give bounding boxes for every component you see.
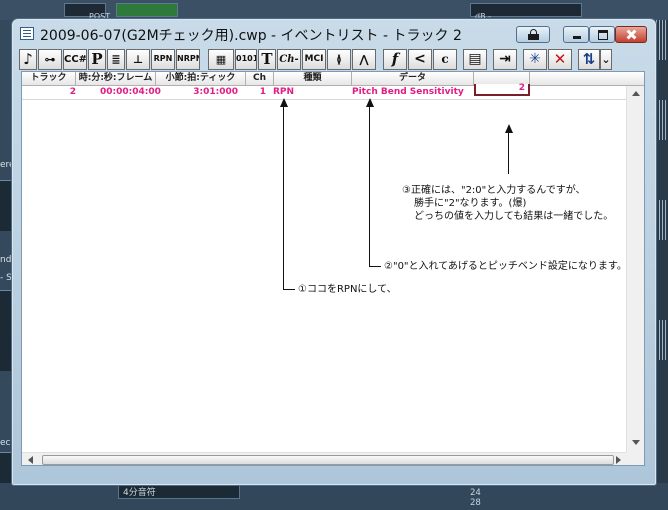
shape-button[interactable]: ⋀ xyxy=(352,49,376,70)
annotation-arrow-line xyxy=(283,289,295,290)
event-kind[interactable]: RPN xyxy=(273,86,294,98)
scroll-right-icon[interactable] xyxy=(616,456,621,464)
horizontal-scroll-thumb[interactable] xyxy=(42,455,614,465)
mci-button[interactable]: MCI xyxy=(302,49,326,70)
scroll-up-icon[interactable] xyxy=(632,91,640,96)
annotation-arrow-line xyxy=(508,132,509,174)
controller-button[interactable]: CC# xyxy=(63,49,87,70)
column-header-mbt[interactable]: 小節:拍:ティック xyxy=(156,72,246,85)
event-track: 2 xyxy=(69,87,76,97)
annotation-arrowhead xyxy=(280,98,288,107)
note-filter-button[interactable]: ♪ xyxy=(19,49,37,70)
column-header-track[interactable]: トラック xyxy=(22,72,76,85)
chord-button[interactable]: c xyxy=(433,49,457,70)
column-header-time[interactable]: 時:分:秒:フレーム xyxy=(76,72,156,85)
column-header-channel[interactable]: Ch xyxy=(246,72,274,85)
channel-button[interactable]: Ch- xyxy=(277,49,301,70)
column-header-kind[interactable]: 種類 xyxy=(274,72,352,85)
maximize-button[interactable] xyxy=(589,26,615,43)
column-header: トラック 時:分:秒:フレーム 小節:拍:ティック Ch 種類 データ xyxy=(22,72,644,86)
delete-event-button[interactable]: ✕ xyxy=(548,49,572,70)
host-ruler-number: 28 xyxy=(470,498,481,508)
horizontal-scrollbar[interactable] xyxy=(22,452,626,465)
column-header-data[interactable]: データ xyxy=(352,72,474,85)
size-grip[interactable] xyxy=(626,452,644,465)
list-button[interactable]: ▤ xyxy=(463,49,487,70)
annotation-note-2: ②"0"と入れてあげるとピッチベンド設定になります。 xyxy=(384,261,627,272)
text-button[interactable]: T xyxy=(258,49,276,70)
audio-button[interactable]: ≬ xyxy=(327,49,351,70)
exit-button[interactable]: ⇥ xyxy=(493,49,517,70)
channel-aftertouch-button[interactable]: ≣ xyxy=(107,49,125,70)
minimize-button[interactable] xyxy=(563,26,589,43)
event-mbt: 3:01:000 xyxy=(193,87,238,97)
hairpin-button[interactable]: < xyxy=(408,49,432,70)
scroll-left-icon[interactable] xyxy=(28,456,33,464)
sort-dropdown[interactable]: ⌄ xyxy=(600,49,612,70)
sort-button[interactable]: ⇅ xyxy=(578,49,600,70)
event-time: 00:00:04:00 xyxy=(100,87,161,97)
event-list: トラック 時:分:秒:フレーム 小節:拍:ティック Ch 種類 データ 2 00… xyxy=(21,71,645,466)
row-divider xyxy=(22,99,626,100)
title-bar[interactable]: 2009-06-07(G2Mチェック用).cwp - イベントリスト - トラッ… xyxy=(12,19,656,49)
sysex-data-button[interactable]: 0101 xyxy=(235,49,257,70)
annotation-arrowhead xyxy=(366,98,374,107)
rpn-button[interactable]: RPN xyxy=(151,49,175,70)
host-bottom-bar: 4分音符 24 28 xyxy=(0,483,668,510)
event-row[interactable]: 2 00:00:04:00 3:01:000 1 RPN Pitch Bend … xyxy=(22,86,626,98)
host-app-top-bar: POST dB - xyxy=(0,0,668,21)
annotation-arrow-line xyxy=(283,106,284,289)
annotation-arrow-line xyxy=(369,106,370,266)
nrpn-button[interactable]: NRPN xyxy=(176,49,200,70)
host-post-field: POST xyxy=(64,3,110,21)
scroll-down-icon[interactable] xyxy=(632,440,640,445)
vertical-scrollbar[interactable] xyxy=(626,86,644,452)
close-button[interactable] xyxy=(615,26,647,43)
annotation-arrow-line xyxy=(369,266,381,267)
annotation-note-3-line3: どっちの値を入力しても結果は一緒でした。 xyxy=(414,211,614,222)
window-title: 2009-06-07(G2Mチェック用).cwp - イベントリスト - トラッ… xyxy=(40,28,462,44)
host-level-meter xyxy=(116,3,178,17)
annotation-note-3-line2: 勝手に"2"なります。(爆) xyxy=(414,198,527,209)
event-list-app-icon xyxy=(20,27,34,40)
lock-icon[interactable] xyxy=(516,26,550,43)
expression-button[interactable]: f xyxy=(383,49,407,70)
pitch-wheel-button[interactable]: ⊥ xyxy=(126,49,150,70)
key-aftertouch-button[interactable]: ⊶ xyxy=(38,49,62,70)
insert-event-button[interactable]: ✳ xyxy=(523,49,547,70)
host-ruler-number: 24 xyxy=(470,488,481,498)
patch-button[interactable]: P xyxy=(88,49,106,70)
value-edit-field[interactable]: 2 xyxy=(474,83,530,96)
annotation-note-1: ①ココをRPNにして、 xyxy=(298,284,397,295)
event-list-window: 2009-06-07(G2Mチェック用).cwp - イベントリスト - トラッ… xyxy=(11,18,657,486)
annotation-arrowhead xyxy=(505,124,513,133)
event-channel: 1 xyxy=(259,87,266,97)
host-left-label: ec xyxy=(0,438,11,448)
event-filter-toolbar: ♪ ⊶ CC# P ≣ ⊥ RPN NRPN ▦ 0101 T Ch- MCI … xyxy=(19,49,649,71)
host-left-label: nd xyxy=(0,255,12,265)
event-data[interactable]: Pitch Bend Sensitivity xyxy=(352,86,464,98)
annotation-note-3: ③正確には、"2:0"と入力するんですが、 xyxy=(402,185,586,196)
value-edit-text: 2 xyxy=(518,83,525,93)
host-note-length-select[interactable]: 4分音符 xyxy=(118,485,240,499)
host-db-field: dB - xyxy=(470,3,582,21)
sysex-bank-button[interactable]: ▦ xyxy=(208,49,234,70)
